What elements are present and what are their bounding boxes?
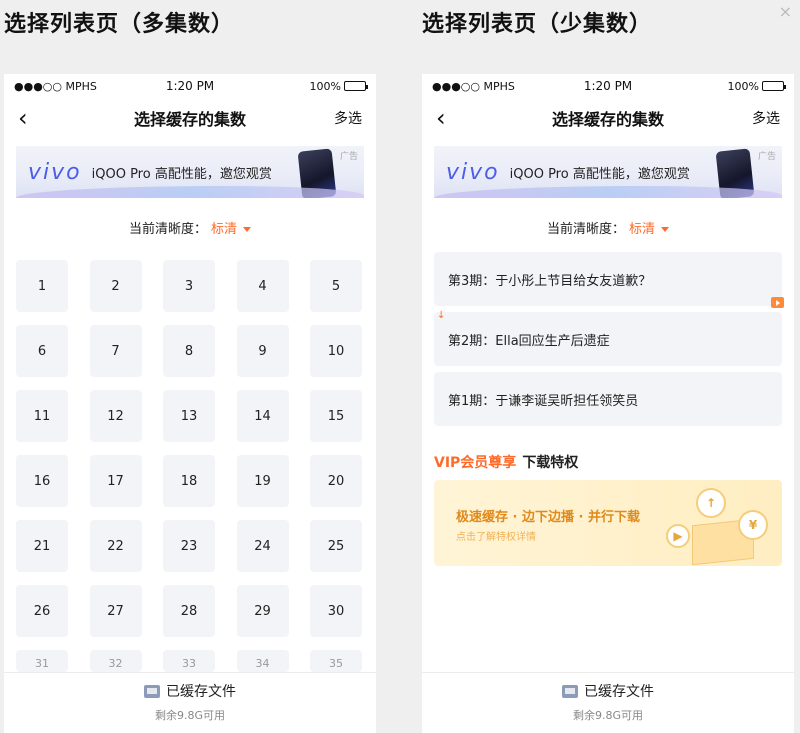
vip-banner-sub: 点击了解特权详情: [456, 532, 536, 543]
episode-title: 第2期：Ella回应生产后遗症: [448, 333, 610, 349]
folder-icon: [562, 684, 578, 698]
episode-cell-partial[interactable]: 35: [310, 650, 362, 672]
folder-icon: [144, 684, 160, 698]
episode-cell[interactable]: 20: [310, 455, 362, 507]
episode-cell[interactable]: 15: [310, 390, 362, 442]
quality-label: 当前清晰度：: [546, 222, 625, 237]
episode-cell[interactable]: 8: [163, 325, 215, 377]
play-icon: [771, 297, 784, 308]
episode-cell[interactable]: 18: [163, 455, 215, 507]
ad-wave-decoration: [434, 186, 782, 198]
quality-value[interactable]: 标清: [629, 222, 655, 237]
right-section-title: 选择列表页（少集数）: [422, 12, 653, 37]
caret-down-icon[interactable]: [661, 227, 670, 232]
episode-cell[interactable]: 7: [89, 325, 142, 377]
back-icon[interactable]: ‹: [436, 106, 456, 130]
vip-banner[interactable]: 极速缓存 · 边下边播 · 并行下载 点击了解特权详情 ↑ ¥ ▶: [434, 480, 782, 566]
episode-title: 第1期：于谦李诞吴昕担任领笑员: [448, 393, 639, 409]
episode-cell-partial[interactable]: 33: [163, 650, 215, 672]
episode-cell[interactable]: 24: [236, 520, 289, 572]
status-time: 1:20 PM: [165, 79, 215, 93]
left-section-title: 选择列表页（多集数）: [4, 12, 235, 37]
episode-cell[interactable]: 25: [310, 520, 362, 572]
yuan-coin-icon: ¥: [738, 510, 768, 540]
ad-tag: 广告: [339, 152, 358, 162]
status-bar: ●●●○○ MPHS 1:20 PM 100%: [4, 74, 376, 98]
download-arrow-icon: ↓: [437, 310, 446, 321]
phone-multi-episode: ●●●○○ MPHS 1:20 PM 100% ‹ 选择缓存的集数 多选 viv…: [4, 74, 376, 733]
vip-section-title: VIP会员尊享 下载特权: [434, 452, 578, 472]
list-item[interactable]: 第3期：于小彤上节目给女友道歉？: [434, 252, 784, 308]
vip-title-highlight: VIP会员尊享: [434, 455, 517, 471]
rocket-coin-icon: ↑: [696, 488, 726, 518]
nav-bar: ‹ 选择缓存的集数 多选: [422, 98, 794, 138]
episode-cell-partial[interactable]: 34: [236, 650, 289, 672]
battery-icon: [762, 81, 786, 91]
episode-cell[interactable]: 3: [163, 260, 215, 312]
episode-cell[interactable]: 23: [163, 520, 215, 572]
cached-files-footer[interactable]: 已缓存文件 剩余9.8G可用: [4, 672, 376, 733]
cached-files-label[interactable]: 已缓存文件: [166, 681, 236, 701]
episode-title: 第3期：于小彤上节目给女友道歉？: [448, 273, 652, 289]
episode-cell[interactable]: 1: [16, 260, 68, 312]
episode-cell-partial[interactable]: 32: [89, 650, 142, 672]
cached-files-footer[interactable]: 已缓存文件 剩余9.8G可用: [422, 672, 794, 733]
episode-cell[interactable]: 28: [163, 585, 215, 637]
page-title: 选择缓存的集数: [551, 110, 664, 129]
ad-text: iQOO Pro 高配性能，邀您观赏: [91, 166, 272, 182]
list-item[interactable]: 第1期：于谦李诞吴昕担任领笑员: [434, 372, 782, 426]
episode-cell[interactable]: 17: [89, 455, 142, 507]
multi-select-button[interactable]: 多选: [334, 108, 362, 128]
episode-cell-partial[interactable]: 31: [16, 650, 68, 672]
status-bar: ●●●○○ MPHS 1:20 PM 100%: [422, 74, 794, 98]
back-icon[interactable]: ‹: [18, 106, 38, 130]
episode-cell[interactable]: 10: [310, 325, 362, 377]
battery-icon: [344, 81, 368, 91]
storage-remaining: 剩余9.8G可用: [154, 709, 226, 722]
ad-banner[interactable]: vivo iQOO Pro 高配性能，邀您观赏 广告: [434, 146, 782, 198]
episode-cell[interactable]: 16: [16, 455, 68, 507]
phone-few-episode: ●●●○○ MPHS 1:20 PM 100% ‹ 选择缓存的集数 多选 viv…: [422, 74, 794, 733]
episode-cell[interactable]: 21: [16, 520, 68, 572]
ad-tag: 广告: [757, 152, 776, 162]
storage-remaining: 剩余9.8G可用: [572, 709, 644, 722]
episode-cell[interactable]: 19: [236, 455, 289, 507]
cached-files-label[interactable]: 已缓存文件: [584, 681, 654, 701]
list-item[interactable]: ↓ 第2期：Ella回应生产后遗症: [434, 310, 782, 366]
episode-cell[interactable]: 22: [89, 520, 142, 572]
episode-cell[interactable]: 26: [16, 585, 68, 637]
episode-cell[interactable]: 2: [89, 260, 142, 312]
ad-wave-decoration: [16, 186, 364, 198]
episode-cell[interactable]: 27: [89, 585, 142, 637]
episode-cell[interactable]: 12: [89, 390, 142, 442]
episode-cell[interactable]: 30: [310, 585, 362, 637]
vivo-logo: vivo: [446, 159, 500, 185]
vivo-logo: vivo: [28, 159, 82, 185]
page-title: 选择缓存的集数: [133, 110, 246, 129]
quality-selector[interactable]: 当前清晰度： 标清: [4, 218, 376, 237]
vip-banner-main: 极速缓存 · 边下边播 · 并行下载: [456, 510, 640, 525]
episode-cell[interactable]: 5: [310, 260, 362, 312]
quality-value[interactable]: 标清: [211, 222, 237, 237]
ad-text: iQOO Pro 高配性能，邀您观赏: [509, 166, 690, 182]
episode-cell[interactable]: 11: [16, 390, 68, 442]
caret-down-icon[interactable]: [243, 227, 252, 232]
quality-selector[interactable]: 当前清晰度： 标清: [422, 218, 794, 237]
play-coin-icon: ▶: [666, 524, 690, 548]
episode-list: 第3期：于小彤上节目给女友道歉？ ↓ 第2期：Ella回应生产后遗症 第1期：于…: [434, 252, 784, 432]
status-time: 1:20 PM: [583, 79, 633, 93]
episode-cell[interactable]: 13: [163, 390, 215, 442]
episode-grid: 1 2 3 4 5 6 7 8 9 10 11 12 13 14 15 16 17 18 19 20 21 22 23 24 2…: [16, 260, 366, 672]
ad-banner[interactable]: vivo iQOO Pro 高配性能，邀您观赏 广告: [16, 146, 364, 198]
episode-cell[interactable]: 9: [236, 325, 289, 377]
episode-cell[interactable]: 29: [236, 585, 289, 637]
multi-select-button[interactable]: 多选: [752, 108, 780, 128]
vip-title-rest: 下载特权: [522, 455, 579, 471]
nav-bar: ‹ 选择缓存的集数 多选: [4, 98, 376, 138]
quality-label: 当前清晰度：: [128, 222, 207, 237]
close-icon[interactable]: ×: [779, 2, 792, 21]
episode-cell[interactable]: 6: [16, 325, 68, 377]
episode-cell[interactable]: 4: [236, 260, 289, 312]
episode-cell[interactable]: 14: [236, 390, 289, 442]
